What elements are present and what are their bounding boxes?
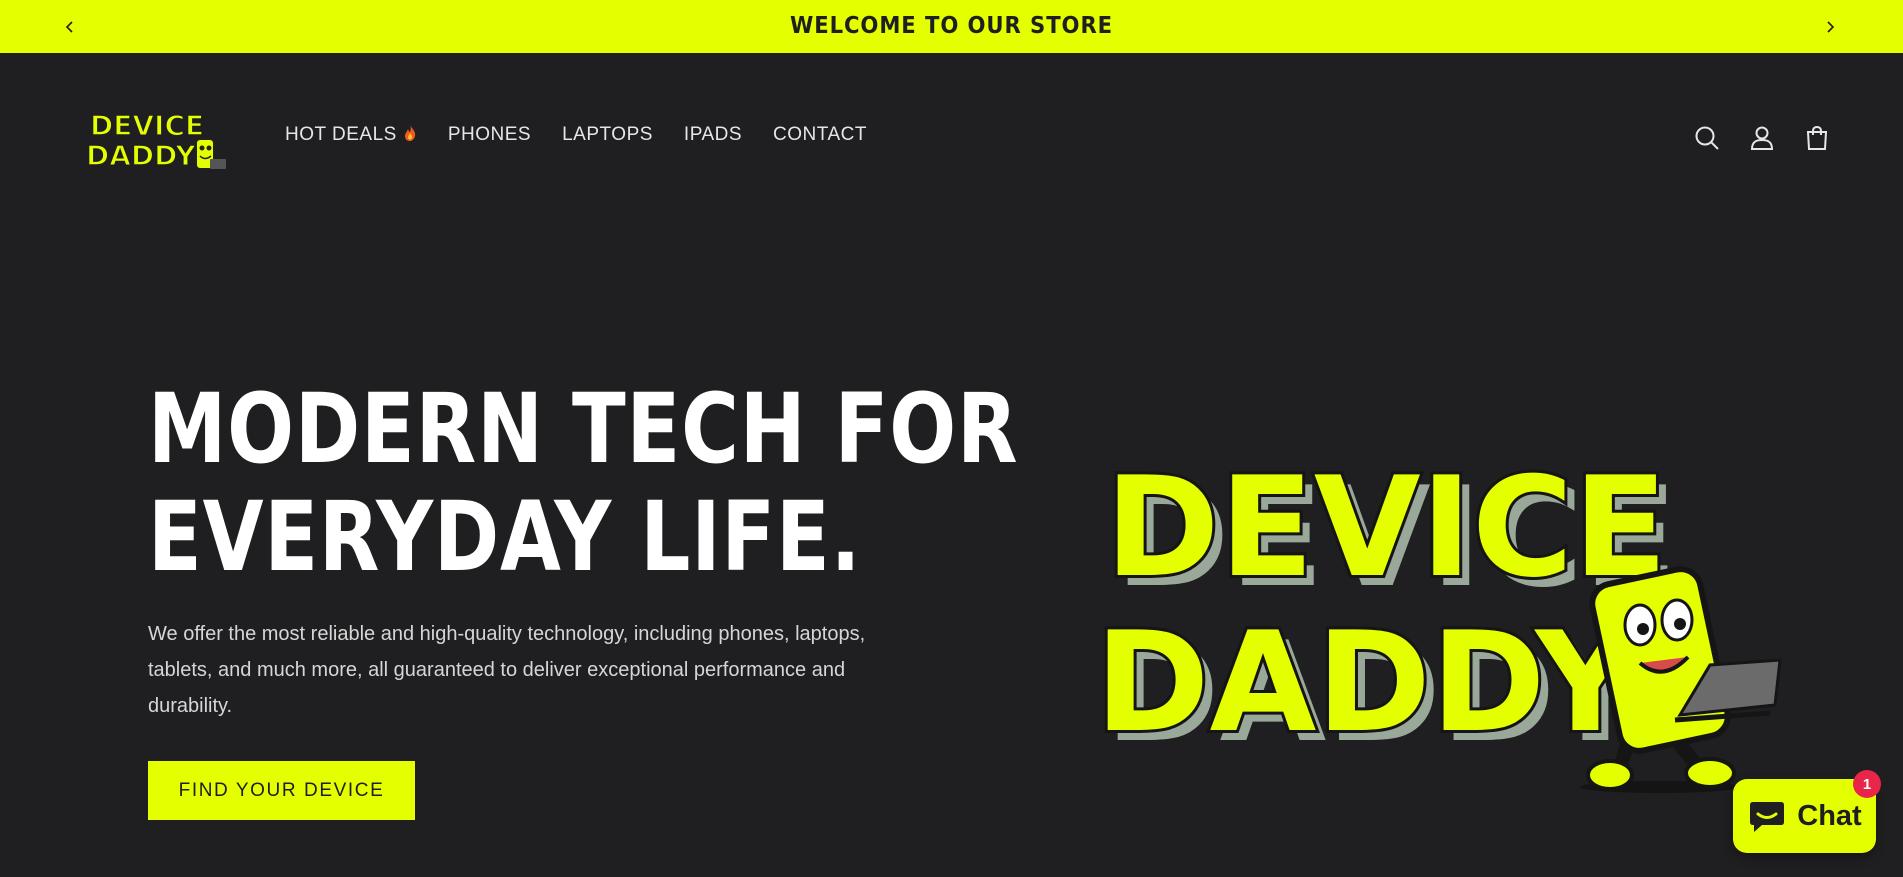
announcement-next-button[interactable] xyxy=(1816,13,1844,41)
cart-icon xyxy=(1806,125,1828,150)
hero-image: DEVICE DEVICE DADDY DADDY xyxy=(1092,444,1782,793)
find-device-button[interactable]: FIND YOUR DEVICE xyxy=(148,761,415,820)
chat-label: Chat xyxy=(1797,799,1862,832)
account-button[interactable] xyxy=(1745,121,1779,155)
announcement-bar: WELCOME TO OUR STORE xyxy=(0,0,1903,53)
hero-description: We offer the most reliable and high-qual… xyxy=(148,623,866,717)
nav-phones[interactable]: PHONES xyxy=(448,124,531,146)
announcement-text: WELCOME TO OUR STORE xyxy=(789,13,1114,39)
nav-ipads[interactable]: IPADS xyxy=(684,124,742,146)
chat-unread-badge: 1 xyxy=(1853,770,1881,798)
chevron-left-icon xyxy=(65,21,73,33)
nav-laptops[interactable]: LAPTOPS xyxy=(562,124,653,146)
chat-bubble-icon xyxy=(1750,802,1785,832)
hero-word-1: DEVICE xyxy=(1105,447,1668,608)
hero-title-line2: EVERYDAY LIFE. xyxy=(148,481,862,593)
search-icon xyxy=(1695,126,1719,150)
nav-hot-deals[interactable]: HOT DEALS xyxy=(285,124,417,146)
site-header: DEVICE DADDY HOT DEALS PHONES LAPTOPS IP… xyxy=(0,53,1903,219)
logo-text-line1: DEVICE xyxy=(90,109,204,142)
main-nav: HOT DEALS PHONES LAPTOPS IPADS CONTACT xyxy=(285,124,867,146)
hero-word-2: DADDY xyxy=(1095,602,1637,763)
account-icon xyxy=(1750,126,1774,150)
cart-button[interactable] xyxy=(1800,121,1834,155)
store-logo[interactable]: DEVICE DADDY xyxy=(84,103,228,181)
search-button[interactable] xyxy=(1690,121,1724,155)
mascot-icon xyxy=(195,138,226,170)
hero-title-line1: MODERN TECH FOR xyxy=(148,373,1019,485)
logo-text-line2: DADDY xyxy=(86,139,196,172)
nav-contact[interactable]: CONTACT xyxy=(773,124,867,146)
hero-title: MODERN TECH FOR EVERYDAY LIFE. xyxy=(148,373,1019,593)
chevron-right-icon xyxy=(1827,21,1835,33)
fire-icon xyxy=(404,125,416,141)
